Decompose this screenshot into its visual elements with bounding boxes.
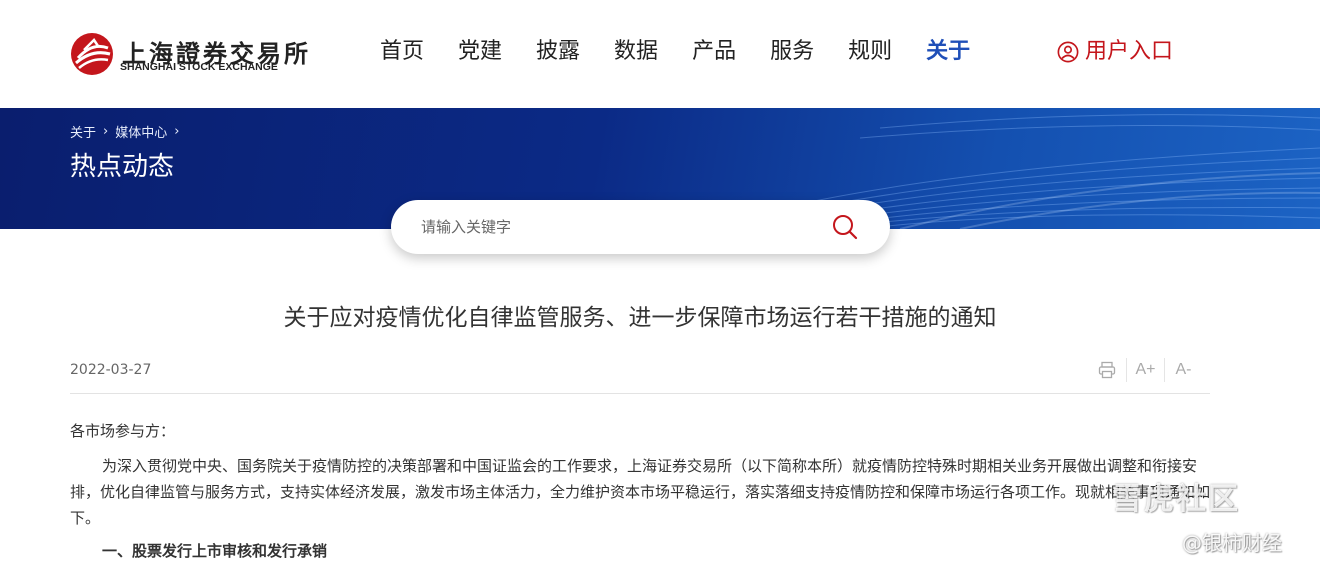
font-decrease-button[interactable]: A- [1164, 358, 1202, 382]
sse-logo-icon [71, 33, 113, 75]
article-title: 关于应对疫情优化自律监管服务、进一步保障市场运行若干措施的通知 [283, 305, 997, 331]
logo-name-en: SHANGHAI STOCK EXCHANGE [120, 61, 278, 73]
chevron-right-icon: › [174, 124, 180, 139]
search-icon[interactable] [831, 213, 859, 241]
nav-item-products[interactable]: 产品 [692, 38, 736, 66]
nav-item-data[interactable]: 数据 [614, 38, 658, 66]
search-input[interactable] [421, 215, 801, 239]
nav-item-home[interactable]: 首页 [380, 38, 424, 66]
sse-logo[interactable]: 上海證券交易所 SHANGHAI STOCK EXCHANGE [70, 32, 308, 76]
article-meta: 2022-03-27 A+ A- [70, 358, 1210, 394]
section-heading: 一、股票发行上市审核和发行承销 [102, 542, 328, 560]
watermark-source: @银柿财经 [1182, 531, 1282, 555]
user-entry-link[interactable]: 用户入口 [1057, 38, 1173, 66]
printer-icon [1098, 361, 1116, 379]
font-increase-button[interactable]: A+ [1126, 358, 1164, 382]
watermark-community: 雪虎社区 [1112, 482, 1240, 517]
breadcrumb: 关于 › 媒体中心 › [70, 122, 186, 141]
nav-item-party[interactable]: 党建 [458, 38, 502, 66]
chevron-right-icon: › [103, 124, 109, 139]
article-paragraph: 为深入贯彻党中央、国务院关于疫情防控的决策部署和中国证监会的工作要求，上海证券交… [70, 457, 1211, 527]
breadcrumb-item-about[interactable]: 关于 [70, 122, 96, 141]
page-title: 热点动态 [70, 152, 175, 182]
search-box [391, 200, 890, 254]
breadcrumb-item-media-center[interactable]: 媒体中心 [115, 122, 167, 141]
nav-item-disclosure[interactable]: 披露 [536, 38, 580, 66]
site-header: 上海證券交易所 SHANGHAI STOCK EXCHANGE 首页 党建 披露… [0, 0, 1320, 108]
nav-item-rules[interactable]: 规则 [848, 38, 892, 66]
article-salutation: 各市场参与方： [70, 422, 176, 440]
nav-item-services[interactable]: 服务 [770, 38, 814, 66]
article-tools: A+ A- [1088, 358, 1202, 382]
nav-item-about[interactable]: 关于 [926, 38, 970, 66]
main-nav: 首页 党建 披露 数据 产品 服务 规则 关于 [380, 38, 1004, 66]
article-body: 各市场参与方： 为深入贯彻党中央、国务院关于疫情防控的决策部署和中国证监会的工作… [70, 418, 1210, 531]
print-button[interactable] [1088, 358, 1126, 382]
user-entry-label: 用户入口 [1085, 39, 1174, 64]
article-date: 2022-03-27 [70, 362, 152, 378]
user-icon [1057, 41, 1079, 63]
